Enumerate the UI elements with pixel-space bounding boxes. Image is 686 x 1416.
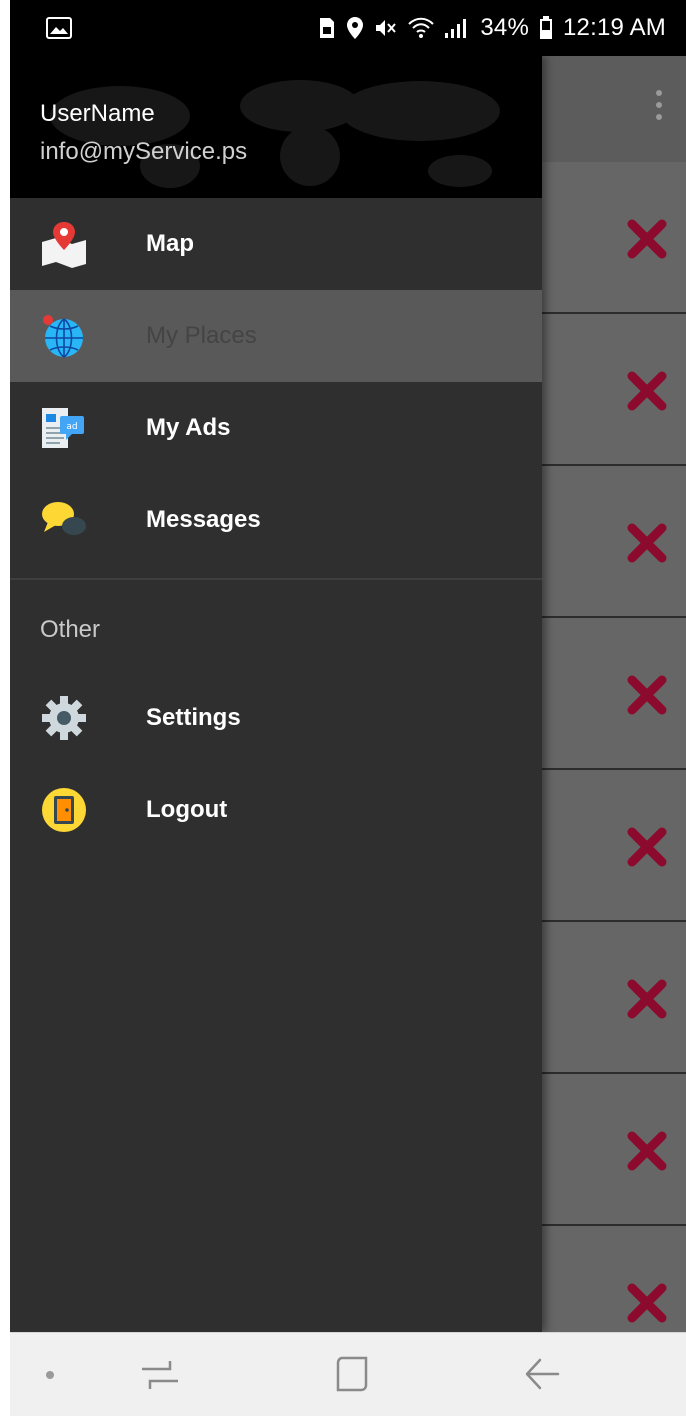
close-icon[interactable] <box>626 218 668 260</box>
home-icon[interactable] <box>334 1355 370 1393</box>
list-item <box>542 314 686 466</box>
list-item <box>542 922 686 1074</box>
ads-icon: ad <box>42 408 84 448</box>
menu-item-messages[interactable]: Messages <box>10 474 542 566</box>
clock: 12:19 AM <box>562 14 666 41</box>
signal-icon <box>445 19 467 38</box>
mute-icon <box>376 20 397 36</box>
overflow-menu-icon[interactable] <box>656 90 662 124</box>
app-screen: 34% 12:19 AM UserName info@myService.ps … <box>10 0 686 1416</box>
close-icon[interactable] <box>626 1130 668 1172</box>
navigation-drawer: UserName info@myService.ps Map My Places <box>10 56 542 1332</box>
close-icon[interactable] <box>626 826 668 868</box>
list-item <box>542 466 686 618</box>
sim-card-icon <box>320 18 335 38</box>
image-notification-icon <box>46 17 72 39</box>
menu-label-logout: Logout <box>146 796 228 823</box>
close-icon[interactable] <box>626 370 668 412</box>
globe-icon <box>43 315 83 358</box>
close-icon[interactable] <box>626 522 668 564</box>
menu-item-logout[interactable]: Logout <box>10 764 542 856</box>
recents-icon[interactable] <box>140 1357 180 1393</box>
list-item <box>542 1074 686 1226</box>
menu-label-my-ads: My Ads <box>146 414 231 441</box>
menu-label-map: Map <box>146 230 194 257</box>
menu-item-map[interactable]: Map <box>10 198 542 290</box>
menu-label-my-places: My Places <box>146 322 257 349</box>
battery-icon <box>539 16 552 39</box>
close-icon[interactable] <box>626 674 668 716</box>
close-icon[interactable] <box>626 978 668 1020</box>
list-item <box>542 770 686 922</box>
section-title: Other <box>40 616 101 643</box>
chat-bubble-icon <box>42 502 86 535</box>
svg-text:ad: ad <box>66 422 77 432</box>
gear-icon <box>42 696 86 740</box>
menu-item-my-ads[interactable]: ad My Ads <box>10 382 542 474</box>
menu-item-settings[interactable]: Settings <box>10 672 542 764</box>
menu-item-my-places[interactable]: My Places <box>10 290 542 382</box>
drawer-header: UserName info@myService.ps <box>10 56 542 198</box>
back-icon[interactable] <box>524 1355 560 1393</box>
logout-icon <box>42 788 86 832</box>
user-name: UserName <box>40 100 155 127</box>
nav-dot-indicator <box>46 1371 54 1379</box>
system-navigation-bar <box>10 1332 686 1416</box>
wifi-icon <box>408 17 435 38</box>
list-item <box>542 162 686 314</box>
battery-percent: 34% <box>480 14 529 41</box>
section-header-other: Other <box>10 580 542 672</box>
close-icon[interactable] <box>626 1282 668 1324</box>
location-icon <box>347 17 364 39</box>
menu-label-settings: Settings <box>146 704 241 731</box>
background-toolbar <box>542 56 686 162</box>
list-item <box>542 618 686 770</box>
menu-label-messages: Messages <box>146 506 261 533</box>
user-email: info@myService.ps <box>40 138 248 165</box>
status-bar: 34% 12:19 AM <box>10 0 686 56</box>
background-list <box>542 162 686 1378</box>
map-pin-icon <box>42 222 86 268</box>
